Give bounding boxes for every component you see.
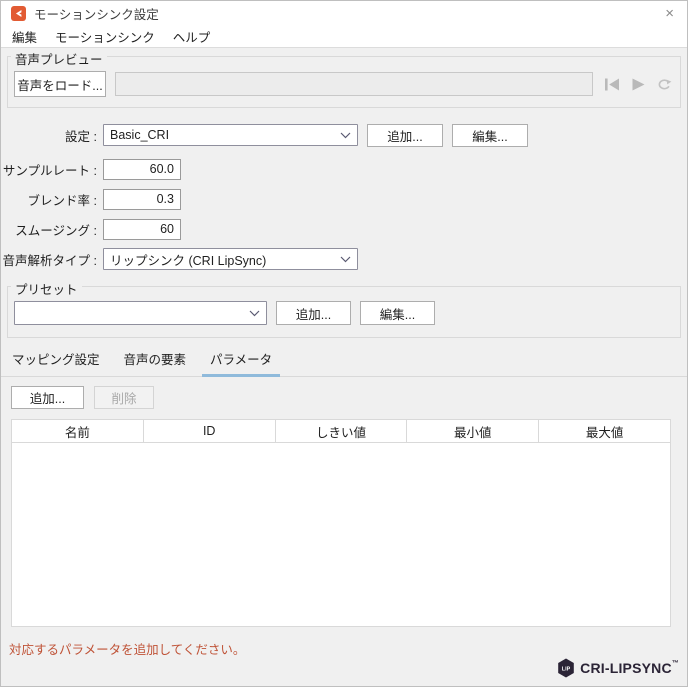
smoothing-row: スムージング : (1, 218, 687, 240)
tab-bar: マッピング設定 音声の要素 パラメータ (1, 345, 687, 377)
window-title: モーションシンク設定 (34, 4, 159, 23)
analysis-type-label: 音声解析タイプ : (1, 250, 97, 269)
settings-add-button[interactable]: 追加... (367, 124, 443, 147)
preset-group: プリセット 追加... 編集... (7, 286, 681, 338)
chevron-down-icon (340, 132, 351, 139)
tab-parameters[interactable]: パラメータ (209, 345, 273, 376)
parameter-table-body[interactable] (11, 443, 671, 627)
trademark-symbol: ™ (672, 660, 679, 667)
svg-text:LIP: LIP (562, 667, 571, 673)
blend-rate-row: ブレンド率 : (1, 188, 687, 210)
preset-edit-button[interactable]: 編集... (360, 301, 435, 325)
empty-parameters-message: 対応するパラメータを追加してください。 (9, 639, 687, 658)
chevron-down-icon (249, 310, 260, 317)
column-header-id[interactable]: ID (144, 420, 276, 442)
column-header-min[interactable]: 最小値 (407, 420, 539, 442)
sample-rate-label: サンプルレート : (1, 160, 97, 179)
parameter-add-button[interactable]: 追加... (11, 386, 84, 409)
menu-edit[interactable]: 編集 (3, 27, 46, 46)
analysis-type-select[interactable]: リップシンク (CRI LipSync) (103, 248, 358, 270)
parameter-toolbar: 追加... 削除 (11, 386, 687, 409)
chevron-down-icon (340, 256, 351, 263)
audio-preview-group-label: 音声プレビュー (11, 49, 107, 68)
skip-to-start-icon[interactable] (603, 77, 621, 92)
preset-select[interactable] (14, 301, 267, 325)
motion-sync-settings-window: モーションシンク設定 × 編集 モーションシンク ヘルプ 音声プレビュー 音声を… (0, 0, 688, 687)
smoothing-input[interactable] (103, 219, 181, 240)
audio-file-path-field (115, 72, 593, 96)
sample-rate-row: サンプルレート : (1, 158, 687, 180)
lip-hexagon-icon: LIP (557, 658, 575, 678)
analysis-type-row: 音声解析タイプ : リップシンク (CRI LipSync) (1, 248, 687, 270)
play-icon[interactable] (630, 77, 647, 92)
column-header-threshold[interactable]: しきい値 (276, 420, 408, 442)
preset-group-label: プリセット (11, 279, 82, 298)
settings-label: 設定 : (1, 126, 97, 145)
titlebar: モーションシンク設定 × (1, 1, 687, 25)
cri-app-icon (11, 6, 26, 21)
settings-edit-button[interactable]: 編集... (452, 124, 528, 147)
smoothing-label: スムージング : (1, 220, 97, 239)
preset-add-button[interactable]: 追加... (276, 301, 351, 325)
menu-help[interactable]: ヘルプ (164, 27, 220, 46)
blend-rate-label: ブレンド率 : (1, 190, 97, 209)
loop-icon[interactable] (656, 77, 672, 91)
settings-select[interactable]: Basic_CRI (103, 124, 358, 146)
transport-controls (603, 77, 672, 92)
close-icon[interactable]: × (665, 6, 674, 21)
parameter-table: 名前 ID しきい値 最小値 最大値 (11, 419, 671, 627)
column-header-max[interactable]: 最大値 (539, 420, 670, 442)
settings-row: 設定 : Basic_CRI 追加... 編集... (1, 124, 687, 146)
menubar: 編集 モーションシンク ヘルプ (1, 25, 687, 48)
column-header-name[interactable]: 名前 (12, 420, 144, 442)
settings-form: 設定 : Basic_CRI 追加... 編集... サンプルレート : ブレン… (1, 124, 687, 270)
menu-motion-sync[interactable]: モーションシンク (46, 27, 164, 46)
brand-wordmark: CRI-LIPSYNC™ (580, 660, 679, 676)
audio-preview-group: 音声プレビュー 音声をロード... (7, 56, 681, 108)
cri-lipsync-brand: LIP CRI-LIPSYNC™ (557, 658, 679, 678)
parameter-table-header: 名前 ID しきい値 最小値 最大値 (11, 419, 671, 443)
sample-rate-input[interactable] (103, 159, 181, 180)
tab-mapping-settings[interactable]: マッピング設定 (11, 345, 101, 376)
load-audio-button[interactable]: 音声をロード... (14, 71, 106, 97)
blend-rate-input[interactable] (103, 189, 181, 210)
tab-audio-elements[interactable]: 音声の要素 (123, 345, 188, 376)
parameter-delete-button: 削除 (94, 386, 154, 409)
